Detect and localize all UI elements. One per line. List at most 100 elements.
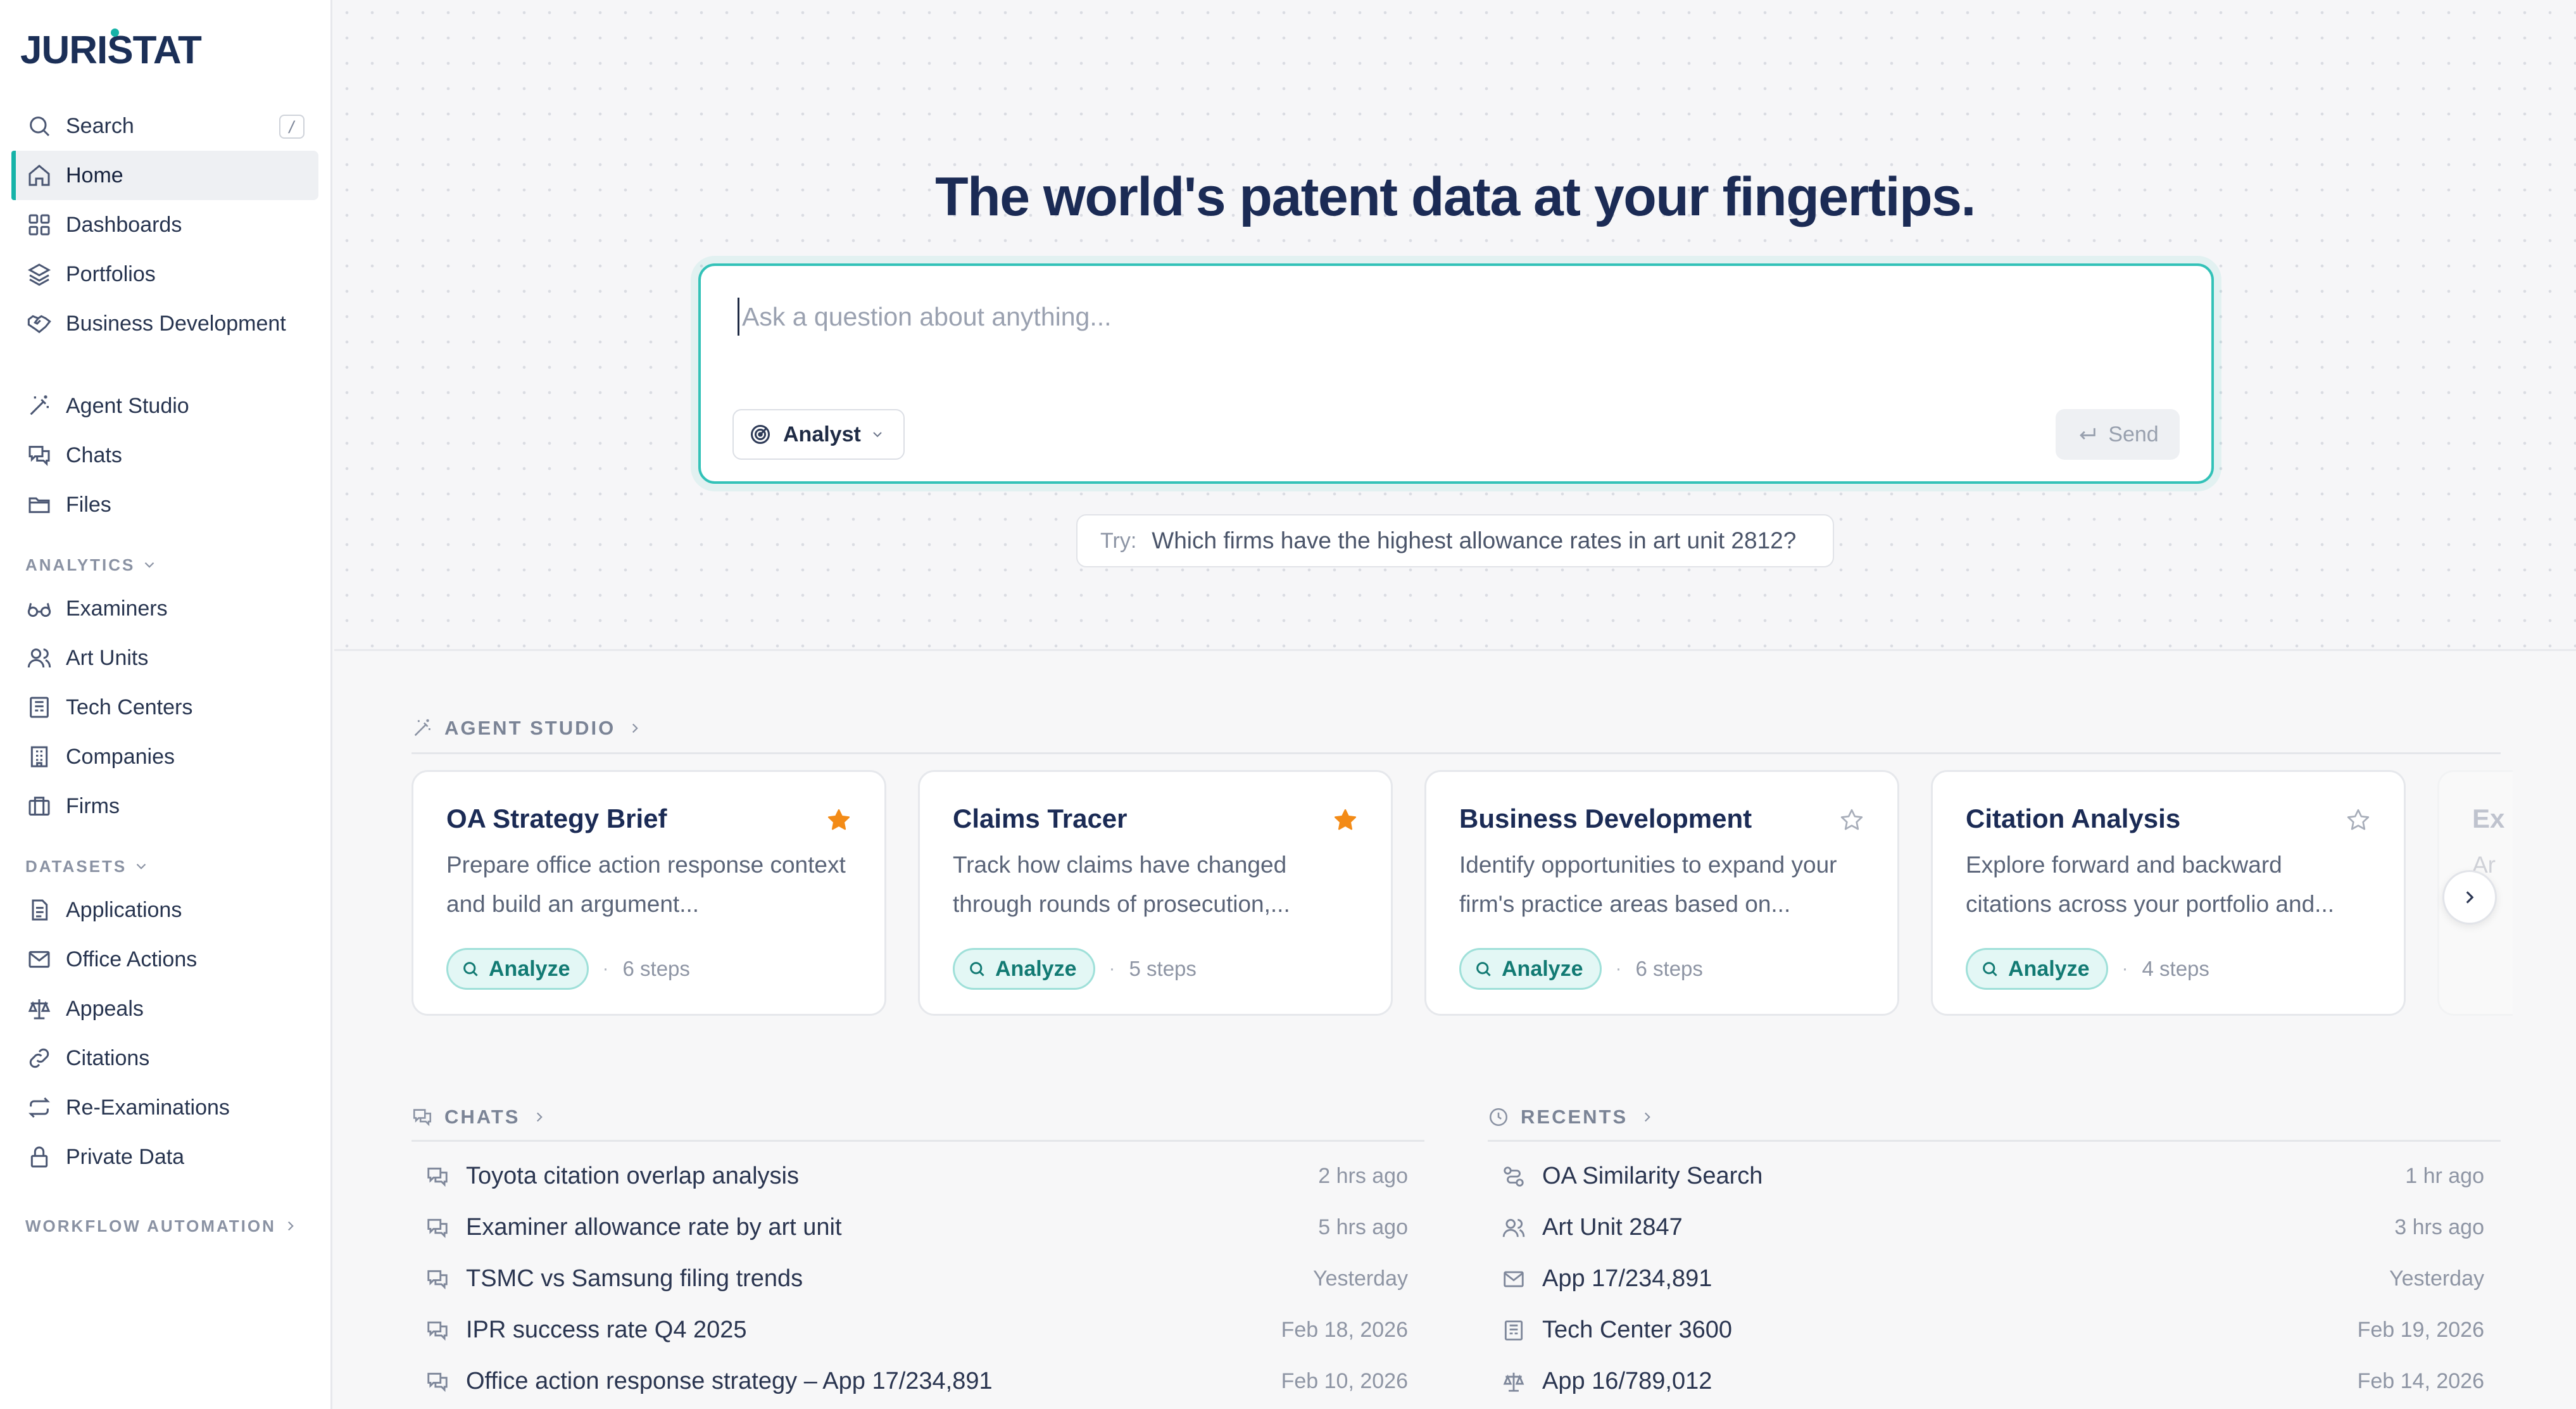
analyze-button[interactable]: Analyze <box>446 948 589 990</box>
logo-wordmark: JURISTAT <box>20 28 202 72</box>
sidebar-item-re-examinations[interactable]: Re-Examinations <box>11 1083 318 1132</box>
document-icon <box>32 899 48 921</box>
sidebar-item-label: Firms <box>66 793 120 818</box>
agent-card[interactable]: Citation Analysis Explore forward and ba… <box>1931 770 2406 1016</box>
carousel-next-button[interactable] <box>2442 870 2497 925</box>
recent-list-item[interactable]: OA Similarity Search 1 hr ago <box>1502 1151 2484 1202</box>
analyze-button[interactable]: Analyze <box>1459 948 1602 990</box>
recents-heading: RECENTS <box>1521 1106 1628 1128</box>
chats-heading: CHATS <box>444 1106 520 1128</box>
analytics-section-toggle[interactable]: ANALYTICS <box>11 546 318 584</box>
recent-list-item[interactable]: App 16/789,012 Feb 14, 2026 <box>1502 1356 2484 1407</box>
chat-list-item[interactable]: IPR success rate Q4 2025 Feb 18, 2026 <box>425 1305 1408 1356</box>
sidebar-item-label: Citations <box>66 1046 150 1070</box>
recent-title: App 17/234,891 <box>1542 1265 1712 1292</box>
try-suggestion-chip[interactable]: Try: Which firms have the highest allowa… <box>1076 514 1834 567</box>
analyze-button[interactable]: Analyze <box>1966 948 2108 990</box>
analyze-button[interactable]: Analyze <box>953 948 1095 990</box>
link-icon <box>29 1048 49 1068</box>
chat-list-item[interactable]: Toyota citation overlap analysis 2 hrs a… <box>425 1151 1408 1202</box>
chat-icon <box>427 1270 448 1289</box>
star-filled-icon[interactable] <box>826 807 851 833</box>
agent-card[interactable]: Business Development Identify opportunit… <box>1424 770 1899 1016</box>
sidebar-item-label: Portfolios <box>66 262 156 286</box>
sidebar-item-home[interactable]: Home <box>11 151 318 200</box>
agent-card[interactable]: OA Strategy Brief Prepare office action … <box>412 770 886 1016</box>
recent-time: Feb 14, 2026 <box>2357 1369 2484 1393</box>
sidebar: JURISTAT Search / Home Dashboards Portfo… <box>0 0 332 1409</box>
recents-section-link[interactable]: RECENTS <box>1488 1106 1656 1128</box>
sidebar-item-label: Search <box>66 113 134 138</box>
chat-time: Yesterday <box>1313 1267 1408 1291</box>
office-building-icon <box>30 746 48 768</box>
recent-title: OA Similarity Search <box>1542 1163 1763 1189</box>
sidebar-item-firms[interactable]: Firms <box>11 781 318 831</box>
star-filled-icon[interactable] <box>1333 807 1358 833</box>
sidebar-item-applications[interactable]: Applications <box>11 885 318 935</box>
sidebar-item-label: Examiners <box>66 596 168 621</box>
workflow-section-label: WORKFLOW AUTOMATION <box>25 1216 276 1235</box>
sidebar-item-citations[interactable]: Citations <box>11 1033 318 1083</box>
agent-card[interactable]: Claims Tracer Track how claims have chan… <box>918 770 1393 1016</box>
sidebar-item-private-data[interactable]: Private Data <box>11 1132 318 1182</box>
chat-icon <box>427 1372 448 1392</box>
chat-title: Examiner allowance rate by art unit <box>466 1214 842 1241</box>
sidebar-item-office-actions[interactable]: Office Actions <box>11 935 318 984</box>
chat-icon <box>427 1321 448 1341</box>
chat-list-item[interactable]: TSMC vs Samsung filing trends Yesterday <box>425 1253 1408 1305</box>
search-icon <box>463 962 478 976</box>
recent-list-item[interactable]: App 17/234,891 Yesterday <box>1502 1253 2484 1305</box>
chat-title: Toyota citation overlap analysis <box>466 1163 799 1189</box>
datasets-section-toggle[interactable]: DATASETS <box>11 847 318 885</box>
sidebar-nav: Search / Home Dashboards Portfolios Busi… <box>11 101 318 1245</box>
recent-list-item[interactable]: Art Unit 2847 3 hrs ago <box>1502 1202 2484 1253</box>
lock-icon <box>30 1146 48 1168</box>
search-icon <box>1983 962 1997 976</box>
sidebar-item-chats[interactable]: Chats <box>11 431 318 480</box>
handshake-icon <box>27 315 51 334</box>
analyze-label: Analyze <box>2008 956 2090 981</box>
sidebar-item-examiners[interactable]: Examiners <box>11 584 318 633</box>
sidebar-item-appeals[interactable]: Appeals <box>11 984 318 1033</box>
sidebar-item-label: Re-Examinations <box>66 1095 230 1120</box>
workflow-automation-link[interactable]: WORKFLOW AUTOMATION <box>11 1207 318 1245</box>
chat-time: Feb 10, 2026 <box>1281 1369 1408 1393</box>
sidebar-item-files[interactable]: Files <box>11 480 318 529</box>
chat-list-item[interactable]: Examiner allowance rate by art unit 5 hr… <box>425 1202 1408 1253</box>
sidebar-item-search[interactable]: Search / <box>11 101 318 151</box>
recent-list-item[interactable]: Tech Center 3600 Feb 19, 2026 <box>1502 1305 2484 1356</box>
sidebar-item-label: Files <box>66 492 111 517</box>
sidebar-item-label: Tech Centers <box>66 695 193 719</box>
chevron-right-icon <box>1645 1112 1650 1122</box>
juristat-logo[interactable]: JURISTAT <box>20 28 202 73</box>
sidebar-item-label: Appeals <box>66 996 144 1021</box>
sidebar-item-companies[interactable]: Companies <box>11 732 318 781</box>
chat-list-item[interactable]: Office action response strategy – App 17… <box>425 1356 1408 1407</box>
chats-list: Toyota citation overlap analysis 2 hrs a… <box>425 1151 1408 1407</box>
home-icon <box>28 165 50 186</box>
sidebar-item-portfolios[interactable]: Portfolios <box>11 250 318 299</box>
sidebar-item-dashboards[interactable]: Dashboards <box>11 200 318 250</box>
glasses-icon <box>27 603 51 617</box>
mode-select[interactable]: Analyst <box>732 409 905 460</box>
route-icon <box>1504 1166 1524 1187</box>
star-outline-icon[interactable] <box>2346 807 2371 833</box>
analyze-label: Analyze <box>1502 956 1583 981</box>
agent-studio-section-link[interactable]: AGENT STUDIO <box>412 717 643 740</box>
sidebar-item-tech-centers[interactable]: Tech Centers <box>11 683 318 732</box>
chats-section-link[interactable]: CHATS <box>412 1106 548 1128</box>
ask-box: Analyst Send <box>698 263 2214 484</box>
recent-title: Tech Center 3600 <box>1542 1317 1732 1343</box>
ask-input[interactable] <box>738 298 2173 336</box>
separator-dot: · <box>2121 958 2128 979</box>
agent-card-description: Explore forward and backward citations a… <box>1966 852 2335 917</box>
sidebar-item-art-units[interactable]: Art Units <box>11 633 318 683</box>
sidebar-item-business-development[interactable]: Business Development <box>11 299 318 348</box>
chat-time: Feb 18, 2026 <box>1281 1318 1408 1342</box>
sidebar-item-agent-studio[interactable]: Agent Studio <box>11 381 318 431</box>
send-button[interactable]: Send <box>2056 409 2180 460</box>
recent-time: 1 hr ago <box>2405 1164 2484 1188</box>
sidebar-item-label: Companies <box>66 744 175 769</box>
agent-card-steps: 5 steps <box>1129 957 1197 980</box>
star-outline-icon[interactable] <box>1839 807 1864 833</box>
